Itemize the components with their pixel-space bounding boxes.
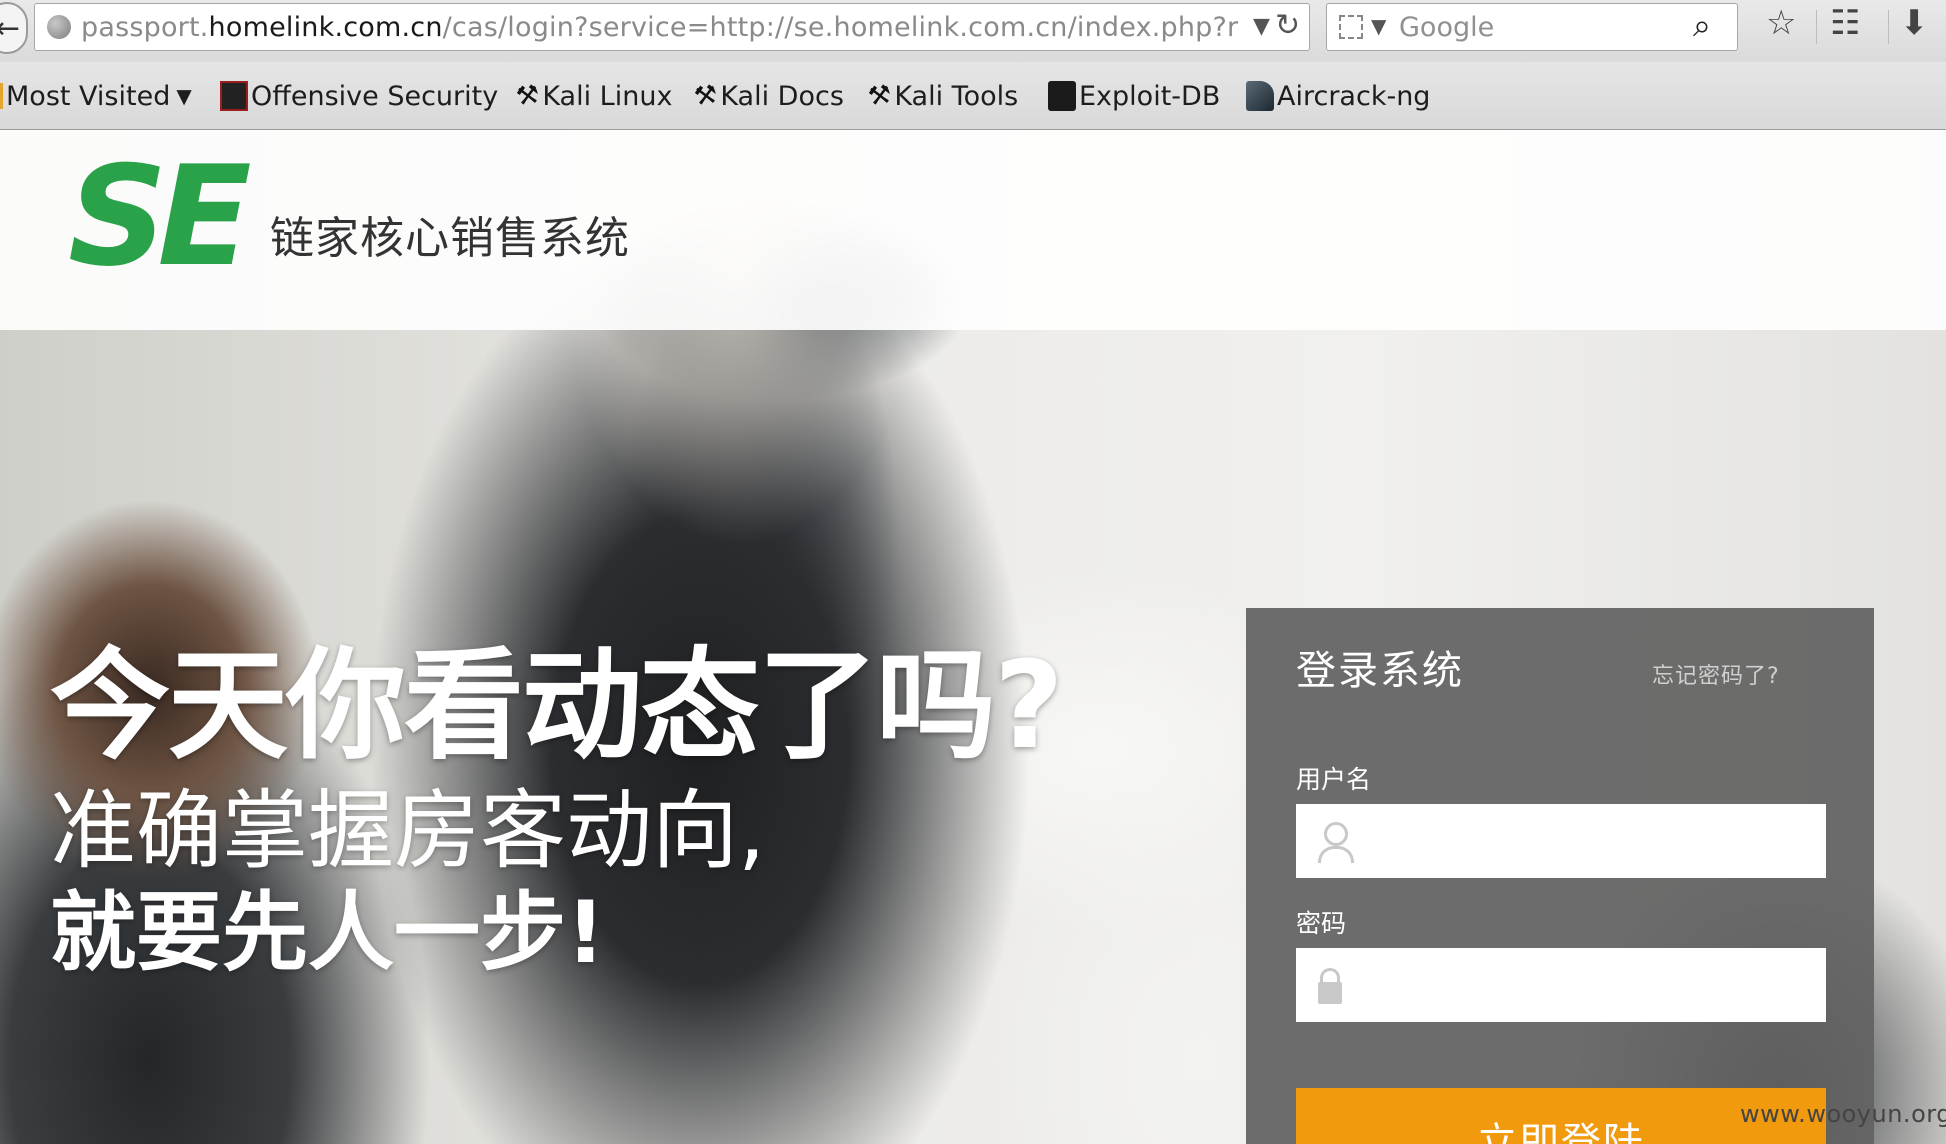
login-panel: 登录系统 忘记密码了? 用户名 密码 立即登陆: [1246, 608, 1874, 1144]
bookmark-kali-tools[interactable]: ⚒ Kali Tools: [866, 79, 1019, 113]
back-arrow-icon: ←: [0, 10, 20, 46]
bookmark-aircrack-ng[interactable]: Aircrack-ng: [1246, 80, 1430, 112]
reload-icon[interactable]: ↻: [1275, 8, 1300, 43]
toolbar-separator: [1888, 10, 1889, 44]
search-icon[interactable]: ⌕: [1693, 6, 1711, 45]
bookmarks-toolbar: Most Visited ▼ Offensive Security ⚒ Kali…: [0, 62, 1946, 130]
address-bar[interactable]: passport.homelink.com.cn/cas/login?servi…: [34, 3, 1310, 51]
kali-dragon-icon: ⚒: [514, 79, 542, 113]
se-logo[interactable]: SE: [68, 148, 252, 286]
bookmark-label: Aircrack-ng: [1277, 80, 1431, 112]
bookmark-label: Kali Linux: [542, 80, 673, 112]
login-title: 登录系统: [1296, 648, 1464, 694]
url-host: passport.: [81, 12, 209, 43]
bookmark-label: Exploit-DB: [1079, 80, 1221, 112]
downloads-icon[interactable]: ⬇: [1900, 3, 1929, 43]
kali-dragon-icon: ⚒: [692, 79, 720, 113]
forgot-password-link[interactable]: 忘记密码了?: [1652, 658, 1780, 690]
back-button[interactable]: ←: [0, 2, 28, 54]
aircrack-icon: [1246, 81, 1274, 111]
bookmark-label: Kali Docs: [720, 80, 844, 112]
page-content: SE 链家核心销售系统 今天你看动态了吗? 准确掌握房客动向, 就要先人一步! …: [0, 130, 1946, 1144]
browser-toolbar: ← passport.homelink.com.cn/cas/login?ser…: [0, 0, 1946, 62]
search-bar[interactable]: ▼ Google ⌕: [1326, 3, 1738, 51]
username-input[interactable]: [1296, 804, 1826, 878]
search-engine-icon[interactable]: [1339, 15, 1363, 39]
hero-tagline: 就要先人一步!: [50, 883, 606, 983]
exploit-db-icon: [1048, 81, 1076, 111]
lock-icon: [1318, 964, 1358, 1008]
bookmark-label: Kali Tools: [894, 80, 1019, 112]
password-label: 密码: [1296, 909, 1347, 938]
system-name: 链家核心销售系统: [270, 213, 630, 264]
site-header: SE 链家核心销售系统: [0, 130, 1946, 330]
search-input[interactable]: Google: [1399, 12, 1494, 43]
offsec-icon: [220, 81, 248, 111]
globe-icon: [47, 15, 71, 39]
chevron-down-icon: ▼: [176, 84, 192, 108]
folder-icon: [0, 83, 3, 109]
search-engine-dropdown-icon[interactable]: ▼: [1371, 14, 1386, 38]
bookmark-kali-docs[interactable]: ⚒ Kali Docs: [692, 79, 844, 113]
bookmark-label: Offensive Security: [251, 80, 499, 112]
hero-headline: 今天你看动态了吗?: [50, 637, 1064, 776]
bookmark-most-visited[interactable]: Most Visited ▼: [0, 80, 192, 112]
url-text[interactable]: passport.homelink.com.cn/cas/login?servi…: [81, 12, 1241, 43]
watermark: www.wooyun.org: [1740, 1100, 1946, 1128]
bookmark-star-icon[interactable]: ☆: [1766, 3, 1796, 43]
url-path: /cas/login?service=http://se.homelink.co…: [442, 12, 1241, 43]
username-label: 用户名: [1296, 765, 1372, 794]
toolbar-separator: [1816, 10, 1817, 44]
url-domain: homelink.com.cn: [208, 12, 443, 43]
kali-dragon-icon: ⚒: [866, 79, 894, 113]
user-icon: [1318, 822, 1358, 863]
bookmark-offensive-security[interactable]: Offensive Security: [220, 80, 498, 112]
password-input[interactable]: [1296, 948, 1826, 1022]
bookmark-exploit-db[interactable]: Exploit-DB: [1048, 80, 1220, 112]
url-dropdown-icon[interactable]: ▼: [1253, 14, 1270, 39]
bookmarks-menu-icon[interactable]: ☷: [1830, 3, 1860, 43]
bookmark-kali-linux[interactable]: ⚒ Kali Linux: [514, 79, 673, 113]
bookmark-label: Most Visited: [6, 80, 171, 112]
